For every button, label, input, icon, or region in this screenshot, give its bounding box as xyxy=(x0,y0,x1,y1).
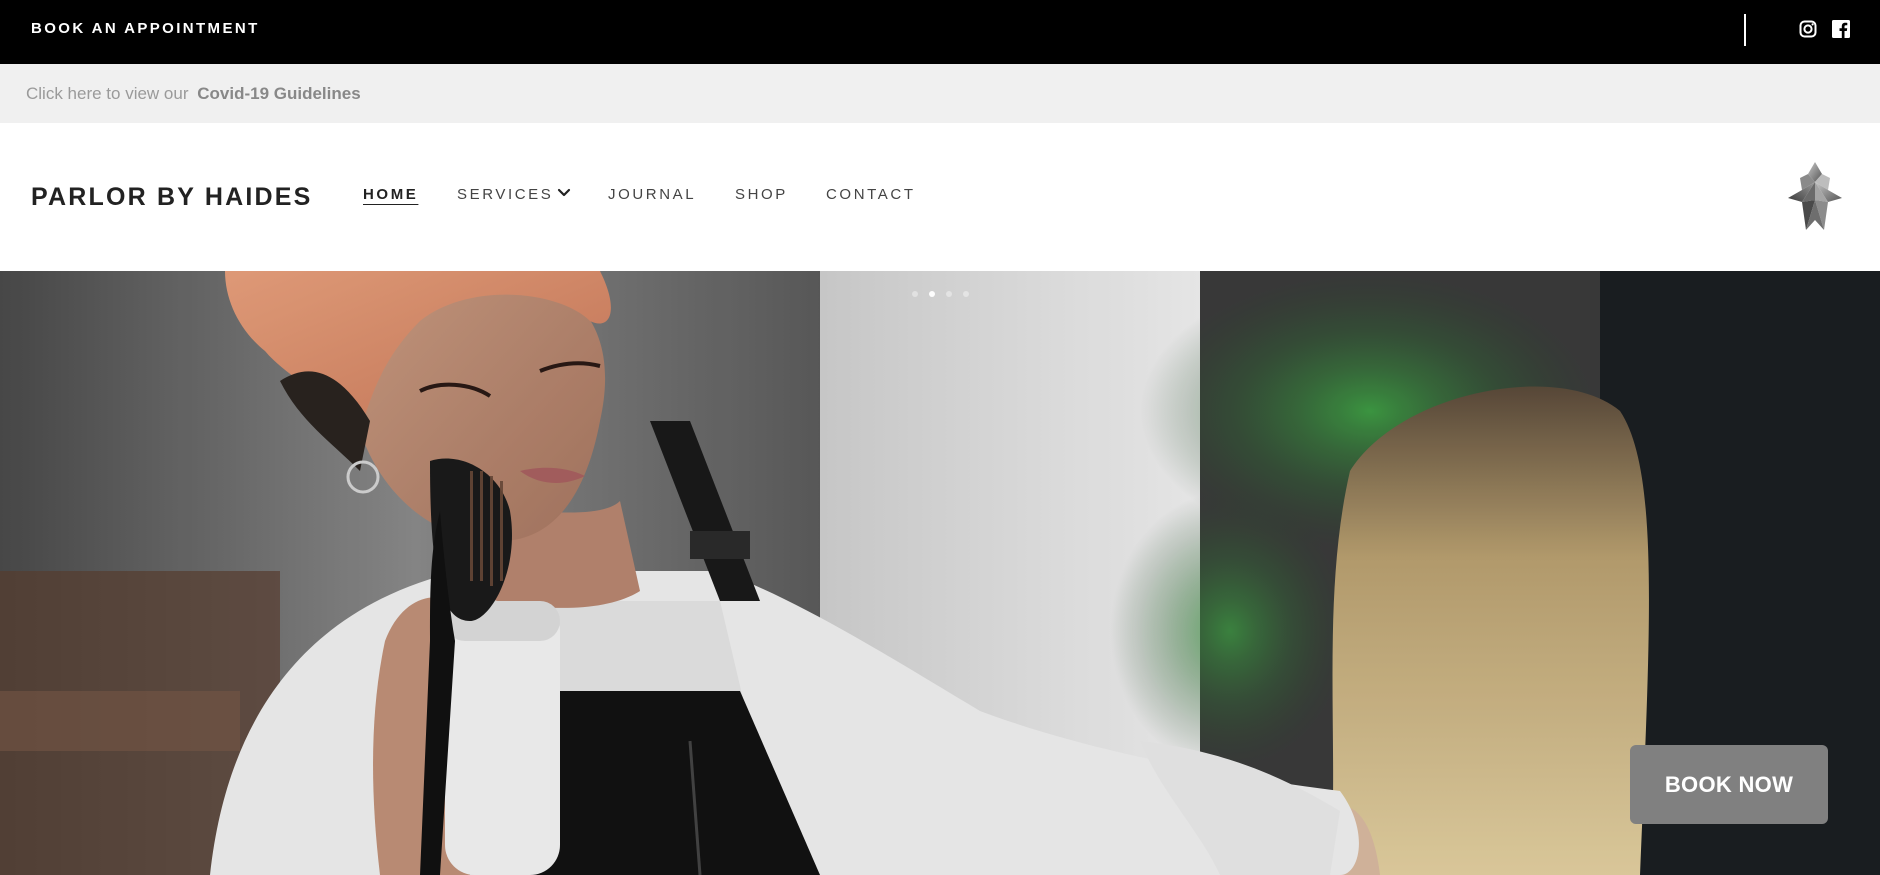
chevron-down-icon[interactable] xyxy=(557,188,571,198)
covid-prefix: Click here to view our xyxy=(26,84,189,103)
slide-dot-2[interactable] xyxy=(929,291,935,297)
nav-home[interactable]: HOME xyxy=(363,186,418,203)
book-appointment-link[interactable]: BOOK AN APPOINTMENT xyxy=(31,20,260,37)
top-bar xyxy=(0,0,1880,64)
slide-dot-1[interactable] xyxy=(912,291,918,297)
covid-guidelines-link[interactable]: Covid-19 Guidelines xyxy=(197,84,360,103)
covid-banner-text[interactable]: Click here to view our Covid-19 Guidelin… xyxy=(26,84,361,104)
brand-name[interactable]: PARLOR BY HAIDES xyxy=(31,183,313,212)
slide-dot-3[interactable] xyxy=(946,291,952,297)
facebook-icon[interactable] xyxy=(1832,20,1850,38)
slide-dot-4[interactable] xyxy=(963,291,969,297)
hero-image xyxy=(0,271,1880,875)
nav-journal[interactable]: JOURNAL xyxy=(608,186,696,203)
hero-slideshow[interactable] xyxy=(0,271,1880,875)
brand-emblem-icon[interactable] xyxy=(1780,160,1850,234)
topbar-divider xyxy=(1744,14,1746,46)
instagram-icon[interactable] xyxy=(1799,20,1817,38)
book-now-button[interactable]: BOOK NOW xyxy=(1630,745,1828,824)
nav-shop[interactable]: SHOP xyxy=(735,186,788,203)
nav-contact[interactable]: CONTACT xyxy=(826,186,916,203)
nav-services[interactable]: SERVICES xyxy=(457,186,553,203)
